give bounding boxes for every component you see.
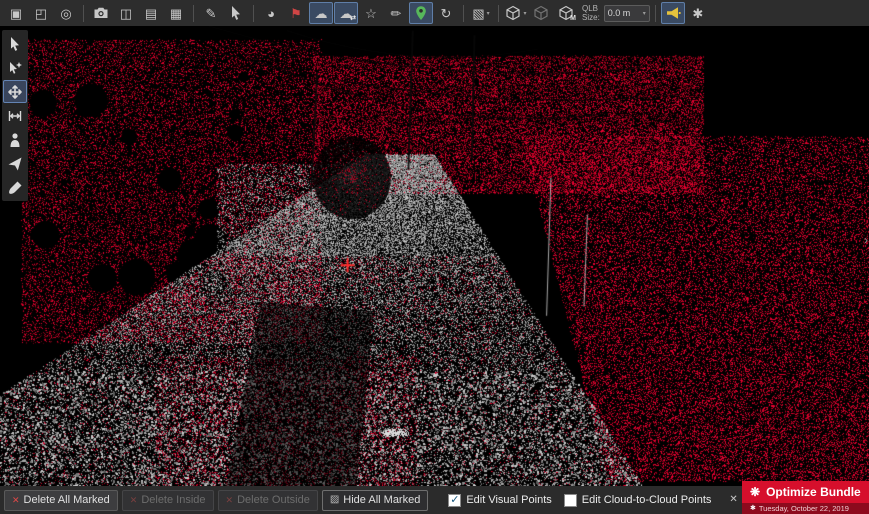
flag-marker-icon[interactable]: ⚑ [284, 2, 308, 24]
bottom-action-bar: ✕Delete All Marked✕Delete Inside✕Delete … [0, 486, 869, 514]
checkbox-label: Edit Visual Points [466, 494, 551, 506]
paint-select-tool-button[interactable] [3, 176, 27, 199]
left-toolbar [2, 30, 28, 201]
pick-cursor-icon[interactable] [224, 2, 248, 24]
annotate-pen-icon[interactable]: ✏ [384, 2, 408, 24]
hide-icon: ▨ [330, 495, 339, 505]
flashlight-icon[interactable] [661, 2, 685, 24]
fly-navigate-tool-button[interactable] [3, 152, 27, 175]
delete-icon: ✕ [130, 496, 138, 505]
orbit-pan-tool-button[interactable] [3, 80, 27, 103]
limit-box-edit-icon[interactable] [529, 2, 553, 24]
location-pin-icon[interactable] [409, 2, 433, 24]
point-cloud-canvas[interactable] [0, 26, 869, 486]
measure-distance-tool-button[interactable] [3, 104, 27, 127]
edit-visual-pointscheckbox[interactable]: ✓ Edit Visual Points [448, 494, 551, 507]
checkbox-box [564, 494, 577, 507]
delete-all-marked-button[interactable]: ✕ Delete All Marked [4, 490, 118, 511]
panel-layout-icon[interactable]: ▤ [139, 2, 163, 24]
cloud-to-cloud-icon[interactable]: ☁⇄ [334, 2, 358, 24]
zoom-window-icon[interactable]: ◎ [54, 2, 78, 24]
limit-box-icon[interactable]: ▾ [504, 2, 528, 24]
optimize-bundle-button[interactable]: ❋ Optimize Bundle [742, 481, 869, 503]
status-date: Tuesday, October 22, 2019 [759, 504, 849, 513]
status-date-strip: ✱ Tuesday, October 22, 2019 [742, 503, 869, 514]
edit-options-group: ✓ Edit Visual Points Edit Cloud-to-Cloud P… [436, 494, 711, 507]
split-view-icon[interactable]: ◫ [114, 2, 138, 24]
toolbar-separator [498, 5, 499, 22]
selection-style-dropdown[interactable]: ▧▾ [469, 2, 493, 24]
button-label: Delete Inside [141, 494, 205, 506]
station-view-tool-button[interactable] [3, 128, 27, 151]
checkbox-label: Edit Cloud-to-Cloud Points [582, 494, 712, 506]
limit-box-manager-icon[interactable]: M [554, 2, 578, 24]
check-icon: ✓ [450, 495, 459, 506]
qlb-size-select[interactable]: 0.0 m▾ [604, 5, 650, 22]
delete-icon: ✕ [12, 496, 20, 505]
optimize-bundle-label: Optimize Bundle [766, 485, 861, 499]
button-label: Delete Outside [237, 494, 310, 506]
qlb-size-label: QLBSize: [582, 4, 600, 22]
marked-actions-group: ✕Delete All Marked✕Delete Inside✕Delete … [4, 490, 428, 511]
rotate-view-icon[interactable]: ↻ [434, 2, 458, 24]
close-icon: ✕ [729, 495, 737, 505]
toolbar-separator [83, 5, 84, 22]
point-cloud-icon[interactable]: ☁ [309, 2, 333, 24]
delete-icon: ✕ [226, 496, 234, 505]
app-window: ▣◰◎◫▤▦✎◕⚑☁☁⇄☆✏↻▧▾▾MQLBSize:0.0 m▾✱ › ✕De… [0, 0, 869, 514]
toolbar-separator [655, 5, 656, 22]
mark-pen-icon[interactable]: ✎ [199, 2, 223, 24]
optimize-bundle-panel: ❋ Optimize Bundle ✱ Tuesday, October 22,… [742, 481, 869, 514]
checkbox-box: ✓ [448, 494, 461, 507]
brightness-icon[interactable]: ✱ [686, 2, 710, 24]
toolbar-separator [253, 5, 254, 22]
top-toolbar: ▣◰◎ ◫▤▦ ✎ ◕⚑☁☁⇄☆✏ ↻ ▧▾ ▾ MQLBSize:0.0 m▾ ✱ [0, 0, 869, 26]
status-icon: ✱ [750, 505, 756, 512]
select-rectangle-icon[interactable]: ▣ [4, 2, 28, 24]
snapshot-camera-icon[interactable] [89, 2, 113, 24]
hide-all-marked-button[interactable]: ▨ Hide All Marked [322, 490, 429, 511]
fit-screen-icon[interactable]: ◰ [29, 2, 53, 24]
grid-view-icon[interactable]: ▦ [164, 2, 188, 24]
toolbar-separator [463, 5, 464, 22]
button-label: Hide All Marked [343, 494, 420, 506]
panel-expander-icon[interactable]: › [863, 231, 869, 249]
button-label: Delete All Marked [24, 494, 110, 506]
bundle-icon: ❋ [750, 486, 760, 498]
delete-inside-button: ✕Delete Inside [122, 490, 214, 511]
select-points-tool-button[interactable] [3, 56, 27, 79]
orbit-view-icon[interactable]: ◕ [259, 2, 283, 24]
select-tool-button[interactable] [3, 32, 27, 55]
viewport: › [0, 26, 869, 486]
star-tool-icon[interactable]: ☆ [359, 2, 383, 24]
edit-cloud-to-cloud-pointscheckbox[interactable]: Edit Cloud-to-Cloud Points [564, 494, 712, 507]
toolbar-separator [193, 5, 194, 22]
delete-outside-button: ✕Delete Outside [218, 490, 318, 511]
